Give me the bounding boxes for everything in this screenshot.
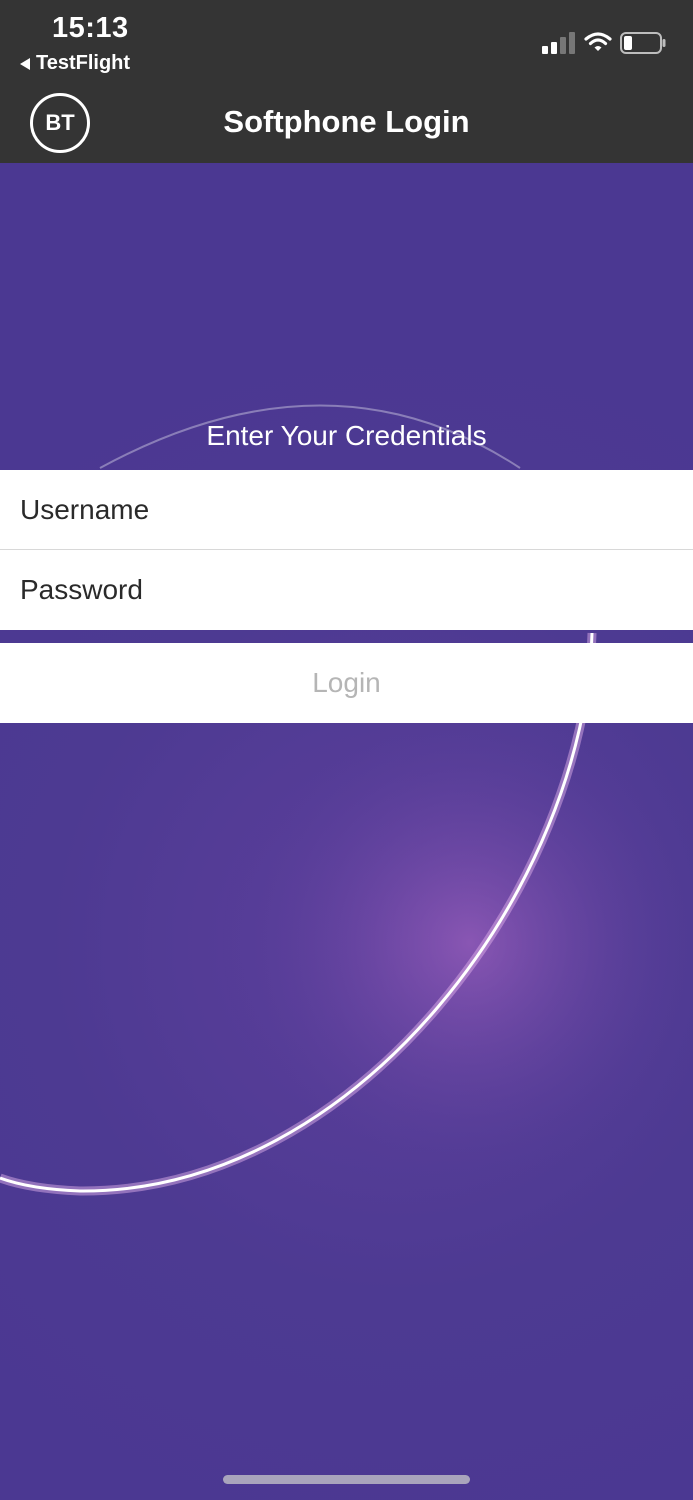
- username-row: [0, 470, 693, 550]
- back-to-app-link[interactable]: TestFlight: [20, 52, 130, 75]
- cellular-signal-icon: [542, 32, 575, 54]
- credentials-heading: Enter Your Credentials: [206, 420, 487, 451]
- password-row: [0, 550, 693, 630]
- back-app-label: TestFlight: [36, 52, 131, 74]
- wifi-icon: [584, 32, 612, 51]
- navigation-bar: BT Softphone Login: [0, 86, 693, 163]
- password-input[interactable]: [0, 573, 693, 607]
- page-title: Softphone Login: [223, 104, 470, 139]
- login-button[interactable]: Login: [0, 643, 693, 723]
- glow-arc-decoration: [0, 404, 693, 1203]
- status-time: 15:13: [52, 12, 129, 44]
- username-input[interactable]: [0, 493, 693, 527]
- status-bar: 15:13 TestFlight: [0, 0, 693, 86]
- battery-icon: [620, 32, 666, 54]
- home-indicator[interactable]: [223, 1475, 470, 1484]
- back-arrow-icon: [20, 57, 30, 70]
- background-image: [0, 163, 693, 1500]
